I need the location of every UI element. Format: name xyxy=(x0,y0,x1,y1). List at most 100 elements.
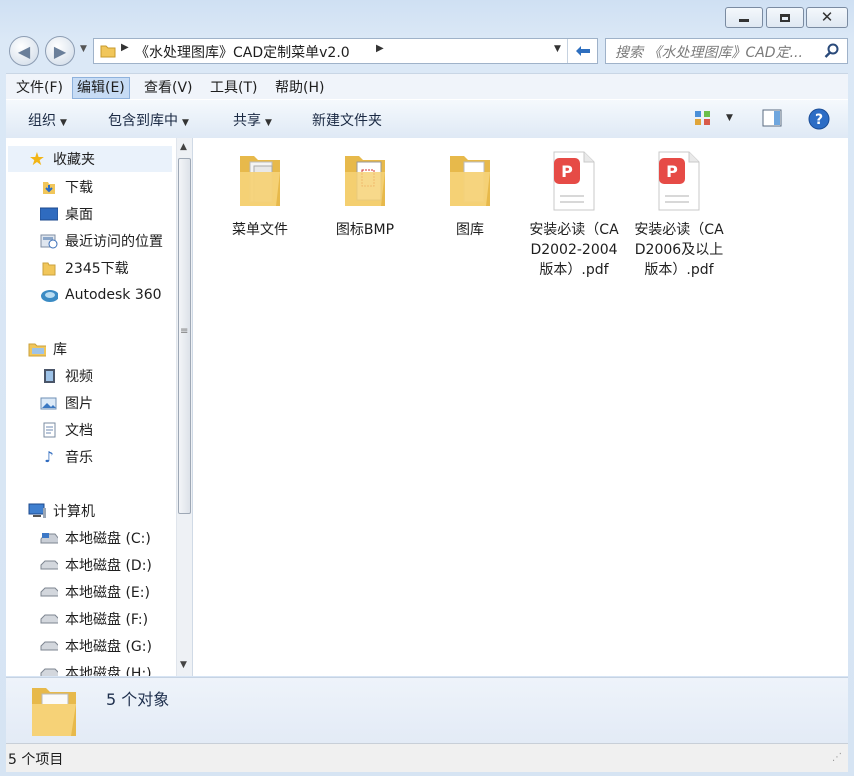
svg-text:P: P xyxy=(666,162,678,181)
folder-icon xyxy=(32,688,76,736)
file-name: 菜单文件 xyxy=(232,222,288,238)
file-name: 图标BMP xyxy=(335,222,395,238)
resize-grip-icon[interactable]: ⋰ xyxy=(832,752,842,763)
svg-text:P: P xyxy=(561,162,573,181)
organize-button[interactable]: 组织 ▼ xyxy=(28,110,67,130)
search-box[interactable]: 搜索 《水处理图库》CAD定... xyxy=(605,38,848,64)
sidebar-item-music[interactable]: ♪ 音乐 xyxy=(40,444,192,470)
menu-view[interactable]: 查看(V) xyxy=(140,78,197,98)
explorer-window: ✕ ◀ ▶ ▼ ▶ 《水处理图库》CAD定制菜单v2.0 ▶ ▼ 搜索 《水处理… xyxy=(0,0,854,776)
sidebar-item-libraries[interactable]: 库 xyxy=(28,336,192,362)
sidebar-item-drive-e[interactable]: 本地磁盘 (E:) xyxy=(40,579,192,605)
file-list: 菜单文件 图标BMP 图库 P 安装必读（CAD2002-2004版本）.pdf… xyxy=(193,138,848,676)
refresh-button[interactable] xyxy=(567,39,598,63)
breadcrumb-item[interactable]: 《水处理图库》CAD定制菜单v2.0 xyxy=(135,42,350,62)
recent-places-icon xyxy=(40,233,58,249)
menu-tools[interactable]: 工具(T) xyxy=(206,78,261,98)
breadcrumb-separator-icon[interactable]: ▶ xyxy=(376,43,384,54)
documents-library-icon xyxy=(40,422,58,438)
address-bar[interactable]: ▶ 《水处理图库》CAD定制菜单v2.0 ▶ ▼ xyxy=(93,38,598,64)
sidebar-group-label: 收藏夹 xyxy=(53,152,95,168)
sidebar-item-label: 桌面 xyxy=(65,207,93,223)
drive-icon xyxy=(40,638,58,654)
sidebar-item-label: Autodesk 360 xyxy=(65,287,162,303)
menu-help[interactable]: 帮助(H) xyxy=(271,78,328,98)
menu-file[interactable]: 文件(F) xyxy=(12,78,67,98)
pdf-file-icon: P xyxy=(553,151,595,211)
include-in-library-label: 包含到库中 xyxy=(108,113,178,129)
music-library-icon: ♪ xyxy=(44,448,54,466)
forward-button[interactable]: ▶ xyxy=(45,36,75,66)
drive-icon xyxy=(40,584,58,600)
system-drive-icon xyxy=(40,530,58,546)
computer-icon xyxy=(28,503,46,519)
menu-edit[interactable]: 编辑(E) xyxy=(72,77,130,99)
new-folder-button[interactable]: 新建文件夹 xyxy=(312,110,382,130)
sidebar-item-computer[interactable]: 计算机 xyxy=(28,498,192,524)
navigation-scrollbar[interactable]: ▲ ≡ ▼ xyxy=(176,138,192,676)
sidebar-item-pictures[interactable]: 图片 xyxy=(40,390,192,416)
sidebar-item-2345-downloads[interactable]: 2345下载 xyxy=(40,255,192,281)
grip-icon: ≡ xyxy=(180,326,189,337)
scroll-down-icon[interactable]: ▼ xyxy=(180,660,187,670)
sidebar-item-drive-h[interactable]: 本地磁盘 (H:) xyxy=(40,660,192,676)
sidebar-item-label: 本地磁盘 (D:) xyxy=(65,558,152,574)
sidebar-group-label: 库 xyxy=(53,342,67,358)
menu-bar: 文件(F) 编辑(E) 查看(V) 工具(T) 帮助(H) xyxy=(6,73,848,100)
file-name: 安装必读（CAD2006及以上版本）.pdf xyxy=(634,222,724,278)
sidebar-item-videos[interactable]: 视频 xyxy=(40,363,192,389)
help-icon: ? xyxy=(808,108,830,130)
close-button[interactable]: ✕ xyxy=(806,7,848,28)
address-history-dropdown[interactable]: ▼ xyxy=(554,44,561,54)
sidebar-item-drive-d[interactable]: 本地磁盘 (D:) xyxy=(40,552,192,578)
close-icon: ✕ xyxy=(820,8,834,26)
chevron-down-icon: ▼ xyxy=(60,118,67,128)
sidebar-item-label: 视频 xyxy=(65,369,93,385)
details-pane: 5 个对象 xyxy=(6,677,848,743)
sidebar-item-downloads[interactable]: 下载 xyxy=(40,174,192,200)
forward-arrow-icon: ▶ xyxy=(53,41,67,61)
libraries-icon xyxy=(28,341,46,357)
navigation-pane: ★ 收藏夹 下载 桌面 最近访问的位置 2345下载 Autodesk 360 … xyxy=(6,138,193,676)
file-item[interactable]: P 安装必读（CAD2006及以上版本）.pdf xyxy=(629,150,729,280)
help-button[interactable]: ? xyxy=(808,108,830,134)
scroll-up-icon[interactable]: ▲ xyxy=(180,142,187,152)
breadcrumb-separator-icon[interactable]: ▶ xyxy=(121,42,129,53)
file-name: 图库 xyxy=(456,222,484,238)
preview-pane-button[interactable] xyxy=(762,109,782,131)
chevron-down-icon: ▼ xyxy=(80,44,87,54)
file-item[interactable]: 图库 xyxy=(420,150,520,240)
sidebar-item-label: 本地磁盘 (F:) xyxy=(65,612,149,628)
recent-pages-dropdown[interactable]: ▼ xyxy=(80,44,87,54)
sidebar-item-documents[interactable]: 文档 xyxy=(40,417,192,443)
share-button[interactable]: 共享 ▼ xyxy=(233,110,272,130)
file-item[interactable]: 菜单文件 xyxy=(210,150,310,240)
share-label: 共享 xyxy=(233,113,261,129)
maximize-button[interactable] xyxy=(766,7,804,28)
minimize-icon xyxy=(739,19,749,22)
pictures-library-icon xyxy=(40,395,58,411)
file-item[interactable]: 图标BMP xyxy=(315,150,415,240)
folder-icon xyxy=(40,260,58,276)
drive-icon xyxy=(40,557,58,573)
sidebar-item-drive-g[interactable]: 本地磁盘 (G:) xyxy=(40,633,192,659)
sidebar-item-desktop[interactable]: 桌面 xyxy=(40,201,192,227)
video-library-icon xyxy=(40,368,58,384)
cloud-icon xyxy=(40,287,58,303)
sidebar-item-recent-places[interactable]: 最近访问的位置 xyxy=(40,228,192,254)
sidebar-item-favorites[interactable]: ★ 收藏夹 xyxy=(8,146,172,172)
file-item[interactable]: P 安装必读（CAD2002-2004版本）.pdf xyxy=(524,150,624,280)
view-options-dropdown[interactable]: ▼ xyxy=(726,113,733,123)
sidebar-item-drive-f[interactable]: 本地磁盘 (F:) xyxy=(40,606,192,632)
status-text: 5 个项目 xyxy=(8,752,64,768)
sidebar-item-autodesk-360[interactable]: Autodesk 360 xyxy=(40,282,192,308)
scrollbar-thumb[interactable]: ≡ xyxy=(178,158,191,514)
sidebar-item-drive-c[interactable]: 本地磁盘 (C:) xyxy=(40,525,192,551)
search-icon[interactable] xyxy=(824,43,840,59)
search-input[interactable]: 搜索 《水处理图库》CAD定... xyxy=(615,42,803,62)
sidebar-group-label: 计算机 xyxy=(53,504,95,520)
change-view-button[interactable] xyxy=(694,110,712,130)
include-in-library-button[interactable]: 包含到库中 ▼ xyxy=(108,110,189,130)
minimize-button[interactable] xyxy=(725,7,763,28)
back-button[interactable]: ◀ xyxy=(9,36,39,66)
